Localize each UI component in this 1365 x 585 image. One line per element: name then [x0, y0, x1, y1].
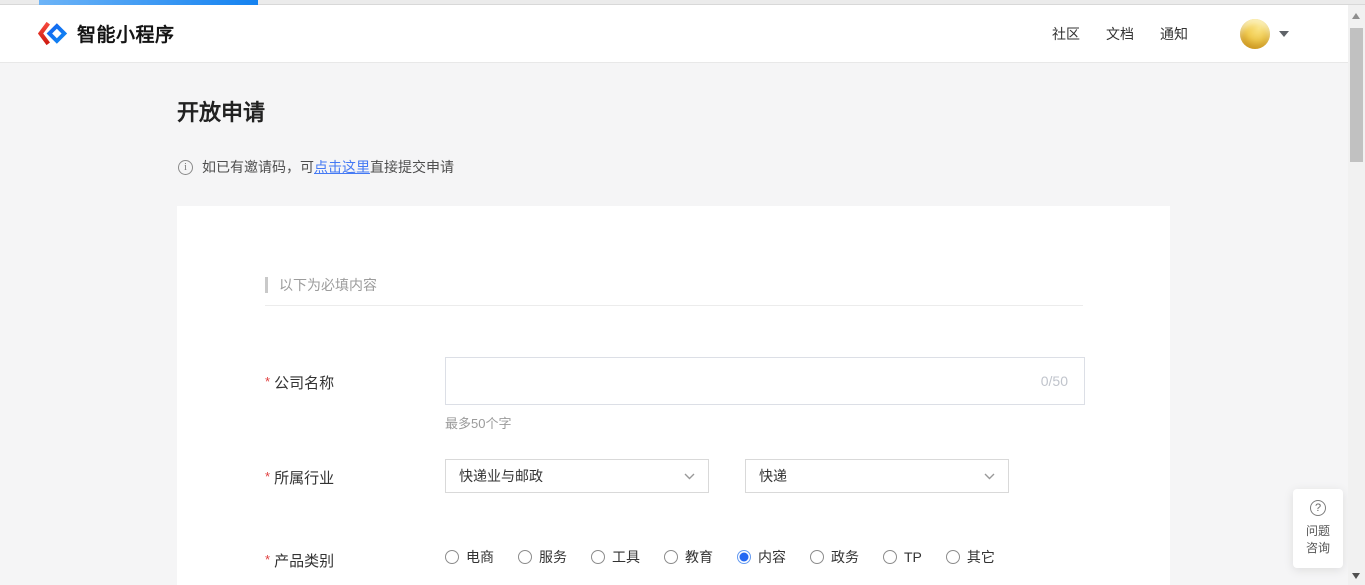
- support-widget-line1: 问题: [1306, 524, 1330, 538]
- scrollbar[interactable]: [1348, 5, 1365, 585]
- section-title: 以下为必填内容: [279, 275, 377, 295]
- header-right: 社区 文档 通知: [1026, 19, 1289, 49]
- company-name-label: * 公司名称: [265, 372, 334, 393]
- nav-item-docs[interactable]: 文档: [1106, 24, 1134, 44]
- radio-option[interactable]: 内容: [737, 547, 786, 567]
- invite-code-notice: i 如已有邀请码，可点击这里直接提交申请: [178, 157, 454, 177]
- support-widget-line2: 咨询: [1306, 541, 1330, 555]
- support-widget-button[interactable]: ? 问题 咨询: [1293, 489, 1343, 568]
- scroll-down-arrow[interactable]: [1352, 573, 1360, 579]
- industry-subcategory-select[interactable]: 快递: [745, 459, 1009, 493]
- radio-option[interactable]: 教育: [664, 547, 713, 567]
- brand[interactable]: 智能小程序: [38, 20, 175, 47]
- required-asterisk: *: [265, 469, 270, 484]
- industry-label: * 所属行业: [265, 467, 334, 488]
- product-category-label-text: 产品类别: [274, 553, 334, 570]
- product-category-radio-group: 电商 服务 工具 教育 内容: [445, 547, 1019, 567]
- radio-option-label: 工具: [612, 547, 640, 567]
- chevron-down-icon: [684, 473, 695, 480]
- radio-icon: [445, 550, 459, 564]
- avatar[interactable]: [1240, 19, 1270, 49]
- company-name-input-wrap: 0/50: [445, 357, 1085, 405]
- application-form-card: 以下为必填内容 * 公司名称 0/50 最多50个字 * 所属行业 快递业与邮政: [177, 206, 1170, 585]
- radio-option-label: 内容: [758, 547, 786, 567]
- radio-option[interactable]: 其它: [946, 547, 995, 567]
- notice-suffix: 直接提交申请: [370, 159, 454, 175]
- company-name-input[interactable]: [445, 357, 1085, 405]
- radio-option-label: 服务: [539, 547, 567, 567]
- radio-icon: [946, 550, 960, 564]
- section-divider: [265, 305, 1083, 306]
- radio-option-label: TP: [904, 549, 922, 565]
- industry-label-text: 所属行业: [274, 470, 334, 487]
- brand-logo-icon: [38, 21, 68, 46]
- radio-option[interactable]: 服务: [518, 547, 567, 567]
- radio-option[interactable]: 电商: [445, 547, 494, 567]
- required-asterisk: *: [265, 374, 270, 389]
- radio-option-label: 电商: [466, 547, 494, 567]
- notice-text: 如已有邀请码，可点击这里直接提交申请: [202, 157, 454, 177]
- chevron-down-icon[interactable]: [1279, 31, 1289, 37]
- scroll-up-arrow[interactable]: [1352, 13, 1360, 19]
- char-counter: 0/50: [1041, 373, 1068, 389]
- radio-icon: [518, 550, 532, 564]
- industry-category-value: 快递业与邮政: [459, 466, 543, 486]
- radio-icon: [664, 550, 678, 564]
- radio-option-label: 教育: [685, 547, 713, 567]
- radio-icon: [883, 550, 897, 564]
- invite-code-link[interactable]: 点击这里: [314, 159, 370, 175]
- radio-option[interactable]: 政务: [810, 547, 859, 567]
- main-content: 开放申请 i 如已有邀请码，可点击这里直接提交申请 以下为必填内容 * 公司名称 …: [0, 63, 1348, 585]
- nav-item-notifications[interactable]: 通知: [1160, 24, 1188, 44]
- industry-category-select[interactable]: 快递业与邮政: [445, 459, 709, 493]
- nav-item-community[interactable]: 社区: [1052, 24, 1080, 44]
- industry-subcategory-value: 快递: [759, 466, 787, 486]
- required-asterisk: *: [265, 552, 270, 567]
- header: 智能小程序 社区 文档 通知: [0, 5, 1348, 63]
- info-icon: i: [178, 160, 193, 175]
- chevron-down-icon: [984, 473, 995, 480]
- brand-name: 智能小程序: [77, 20, 175, 47]
- section-head: 以下为必填内容: [265, 275, 377, 295]
- company-name-hint: 最多50个字: [445, 413, 511, 432]
- radio-icon: [737, 550, 751, 564]
- radio-option[interactable]: 工具: [591, 547, 640, 567]
- radio-icon: [810, 550, 824, 564]
- company-name-label-text: 公司名称: [274, 375, 334, 392]
- notice-prefix: 如已有邀请码，可: [202, 159, 314, 175]
- section-bar: [265, 277, 268, 293]
- radio-option-label: 政务: [831, 547, 859, 567]
- page-title: 开放申请: [177, 95, 265, 127]
- radio-option-label: 其它: [967, 547, 995, 567]
- support-widget-label: 问题 咨询: [1306, 523, 1330, 557]
- radio-icon: [591, 550, 605, 564]
- scrollbar-thumb[interactable]: [1350, 28, 1363, 162]
- question-icon: ?: [1310, 500, 1326, 516]
- product-category-label: * 产品类别: [265, 550, 334, 571]
- screen: 智能小程序 社区 文档 通知 开放申请 i 如已有邀请码，可点击这里直接提交申请…: [0, 0, 1365, 585]
- radio-option[interactable]: TP: [883, 549, 922, 565]
